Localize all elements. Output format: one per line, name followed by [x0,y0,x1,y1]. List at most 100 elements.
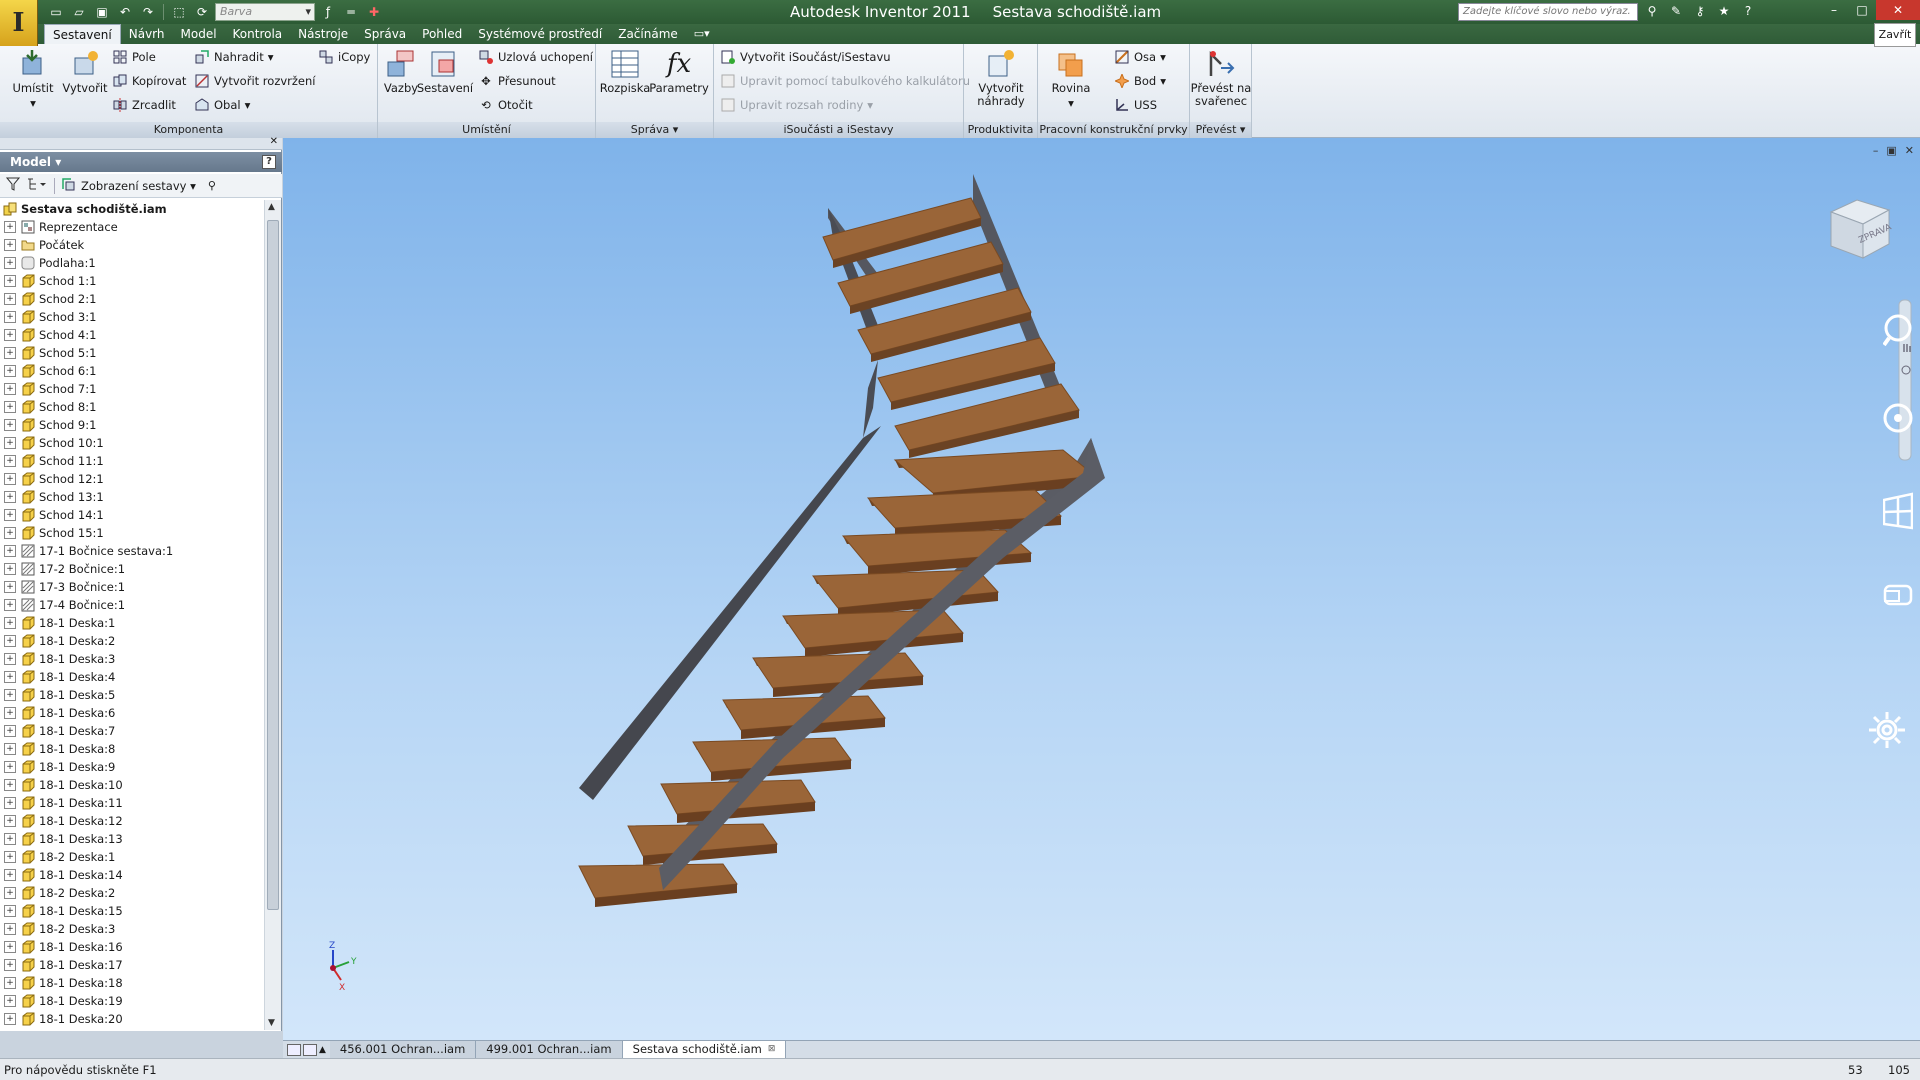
scroll-up-icon[interactable]: ▲ [268,202,275,212]
tree-item[interactable]: +18-1 Deska:5 [0,686,262,704]
tree-item[interactable]: + Schod 6:1 [0,362,262,380]
display-icon[interactable] [1883,584,1913,606]
expand-toggle-icon[interactable]: + [4,635,16,647]
vytvorit-button[interactable]: Vytvořit [56,48,114,95]
expand-toggle-icon[interactable]: + [4,617,16,629]
tree-item[interactable]: +17-2 Bočnice:1 [0,560,262,578]
pole-button[interactable]: Pole [112,48,156,66]
tab-sprava[interactable]: Správa [356,24,414,44]
cascade-windows-icon[interactable] [303,1043,317,1056]
expand-toggle-icon[interactable]: + [4,563,16,575]
rozpiska-button[interactable]: Rozpiska [596,48,654,95]
expand-toggle-icon[interactable]: + [4,329,16,341]
assembly-view-dropdown[interactable]: Zobrazení sestavy ▾ [81,179,196,193]
icopy-button[interactable]: iCopy [318,48,370,66]
expand-toggle-icon[interactable]: + [4,383,16,395]
tree-item[interactable]: + Schod 14:1 [0,506,262,524]
expand-toggle-icon[interactable]: + [4,311,16,323]
tile-windows-icon[interactable] [287,1043,301,1056]
expand-toggle-icon[interactable]: + [4,455,16,467]
tab-pohled[interactable]: Pohled [414,24,470,44]
expand-toggle-icon[interactable]: + [4,779,16,791]
tree-item[interactable]: + Schod 10:1 [0,434,262,452]
minimize-icon[interactable]: – [1820,0,1848,20]
browser-help-icon[interactable]: ? [262,155,276,169]
expand-toggle-icon[interactable]: + [4,401,16,413]
expand-toggle-icon[interactable]: + [4,437,16,449]
find-binoculars-icon[interactable]: ⚲ [208,179,216,192]
prevest-svarenec-button[interactable]: Převést na svařenec [1191,48,1251,108]
tab-kontrola[interactable]: Kontrola [225,24,291,44]
select-icon[interactable]: ⬚ [169,3,189,21]
scrollbar-thumb[interactable] [267,220,279,910]
undo-icon[interactable]: ↶ [115,3,135,21]
expand-toggle-icon[interactable]: + [4,833,16,845]
tree-item[interactable]: +18-1 Deska:9 [0,758,262,776]
nahradit-button[interactable]: Nahradit ▾ [194,48,274,66]
tree-item[interactable]: + Schod 12:1 [0,470,262,488]
tree-item[interactable]: + Schod 4:1 [0,326,262,344]
tree-item[interactable]: + Schod 7:1 [0,380,262,398]
expand-toggle-icon[interactable]: + [4,527,16,539]
tree-item[interactable]: +18-1 Deska:16 [0,938,262,956]
otocit-button[interactable]: ⟲ Otočit [478,96,532,114]
maximize-icon[interactable]: □ [1848,0,1876,20]
tree-item[interactable]: +18-2 Deska:1 [0,848,262,866]
tab-navrh[interactable]: Návrh [121,24,173,44]
expand-toggle-icon[interactable]: + [4,491,16,503]
expand-toggle-icon[interactable]: + [4,887,16,899]
document-tab[interactable]: 456.001 Ochran...iam [329,1041,477,1058]
osa-button[interactable]: Osa ▾ [1114,48,1166,66]
tree-item[interactable]: +18-1 Deska:18 [0,974,262,992]
help-search-input[interactable]: Zadejte klíčové slovo nebo výraz. [1458,3,1638,21]
expand-toggle-icon[interactable]: + [4,671,16,683]
tree-item[interactable]: +18-1 Deska:14 [0,866,262,884]
close-window-button[interactable]: ✕ [1876,0,1920,20]
vytvorit-isoucast-button[interactable]: Vytvořit iSoučást/iSestavu [720,48,891,66]
uss-button[interactable]: USS [1114,96,1157,114]
browser-title[interactable]: Model ▾ ? [0,152,282,172]
expand-toggle-icon[interactable]: + [4,275,16,287]
tree-item[interactable]: +18-1 Deska:17 [0,956,262,974]
tree-item[interactable]: +17-4 Bočnice:1 [0,596,262,614]
expand-toggle-icon[interactable]: + [4,581,16,593]
expand-toggle-icon[interactable]: + [4,869,16,881]
tree-options-icon[interactable] [26,177,48,194]
graphics-viewport[interactable]: – ▣ ✕ ZPRAVA Z Y X [283,138,1920,1040]
tab-zaciname[interactable]: Začínáme [610,24,686,44]
expand-toggle-icon[interactable]: + [4,239,16,251]
tree-item[interactable]: + Schod 2:1 [0,290,262,308]
cross-icon[interactable]: ✚ [364,3,384,21]
bod-button[interactable]: Bod ▾ [1114,72,1166,90]
expand-toggle-icon[interactable]: + [4,905,16,917]
upper-stringer-left-bottom[interactable] [863,360,878,438]
tree-item[interactable]: + Reprezentace [0,218,262,236]
expand-toggle-icon[interactable]: + [4,599,16,611]
expand-toggle-icon[interactable]: + [4,653,16,665]
expand-toggle-icon[interactable]: + [4,851,16,863]
tree-item[interactable]: +18-1 Deska:4 [0,668,262,686]
inventor-logo[interactable]: I [0,0,38,46]
star-icon[interactable]: ★ [1714,2,1734,20]
tree-item[interactable]: +18-1 Deska:8 [0,740,262,758]
tree-item[interactable]: +18-1 Deska:6 [0,704,262,722]
zrcadlit-button[interactable]: Zrcadlit [112,96,176,114]
expand-toggle-icon[interactable]: + [4,725,16,737]
kopirovat-button[interactable]: Kopírovat [112,72,186,90]
umistit-button[interactable]: Umístit ▾ [4,48,62,110]
tree-item[interactable]: +18-1 Deska:10 [0,776,262,794]
expand-toggle-icon[interactable]: + [4,689,16,701]
expand-toggle-icon[interactable]: + [4,707,16,719]
expand-toggle-icon[interactable]: + [4,761,16,773]
tree-item[interactable]: + Schod 15:1 [0,524,262,542]
filter-icon[interactable] [5,177,21,194]
redo-icon[interactable]: ↷ [138,3,158,21]
expand-toggle-icon[interactable]: + [4,365,16,377]
tree-item[interactable]: +18-1 Deska:11 [0,794,262,812]
close-tab-icon[interactable]: ⊠ [768,1041,776,1058]
tab-model[interactable]: Model [173,24,225,44]
line-weight-icon[interactable]: ═ [341,3,361,21]
parameters-icon[interactable]: ƒ [318,3,338,21]
tree-item[interactable]: + Počátek [0,236,262,254]
tree-item[interactable]: +18-1 Deska:13 [0,830,262,848]
